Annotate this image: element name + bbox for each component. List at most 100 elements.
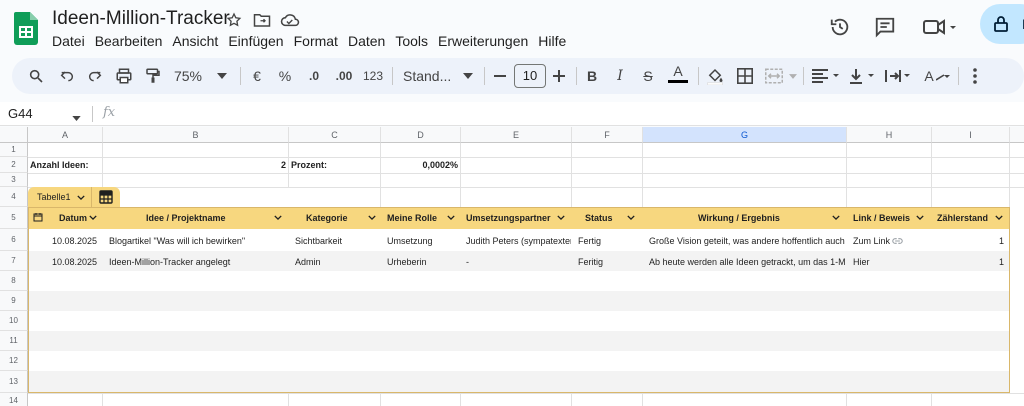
zoom-select[interactable]: 75% <box>170 58 206 94</box>
row-header-12[interactable]: 12 <box>0 351 28 371</box>
column-header-i[interactable]: I <box>932 127 1010 143</box>
search-menu-icon[interactable] <box>24 58 48 94</box>
select-all-corner[interactable] <box>0 127 28 143</box>
grid-line <box>846 143 847 207</box>
redo-icon[interactable] <box>83 58 107 94</box>
paint-format-icon[interactable] <box>141 58 165 94</box>
table-menu-chevron-icon[interactable] <box>77 195 85 200</box>
menu-erweiterungen[interactable]: Erweiterungen <box>438 32 538 50</box>
row-header-13[interactable]: 13 <box>0 371 28 393</box>
merge-cells-icon[interactable] <box>763 58 785 94</box>
star-icon[interactable] <box>224 10 244 30</box>
currency-format-button[interactable]: € <box>248 58 266 94</box>
font-family-select[interactable]: Stand... <box>403 58 455 94</box>
name-box-caret-icon[interactable] <box>72 108 81 126</box>
row-header-4[interactable]: 4 <box>0 187 28 207</box>
increase-decimal-button[interactable]: .00 <box>330 58 358 94</box>
row-header-9[interactable]: 9 <box>0 291 28 311</box>
strikethrough-button[interactable]: S <box>639 58 657 94</box>
text-wrapping-icon[interactable] <box>883 58 915 94</box>
undo-icon[interactable] <box>55 58 79 94</box>
column-header-g[interactable]: G <box>643 127 847 143</box>
count-value[interactable]: 2 <box>200 160 286 170</box>
text-color-button[interactable]: A <box>667 56 689 90</box>
table-view-icon[interactable] <box>99 190 113 204</box>
row-header-14[interactable]: 14 <box>0 393 28 406</box>
decrease-decimal-button[interactable]: .0 <box>302 58 326 94</box>
percent-format-button[interactable]: % <box>276 58 294 94</box>
share-button[interactable]: F <box>980 4 1024 44</box>
vertical-align-icon[interactable] <box>847 58 879 94</box>
count-label: Anzahl Ideen: <box>30 160 89 170</box>
formula-bar: G44 fx <box>0 102 1024 126</box>
move-folder-icon[interactable] <box>252 10 272 30</box>
menu-ansicht[interactable]: Ansicht <box>172 32 228 50</box>
percent-value[interactable]: 0,0002% <box>383 160 458 170</box>
row-header-2[interactable]: 2 <box>0 157 28 173</box>
bold-button[interactable]: B <box>583 58 601 94</box>
menu-format[interactable]: Format <box>294 32 348 50</box>
row-header-10[interactable]: 10 <box>0 311 28 331</box>
horizontal-align-icon[interactable] <box>810 58 844 94</box>
menu-einfuegen[interactable]: Einfügen <box>228 32 293 50</box>
menu-hilfe[interactable]: Hilfe <box>538 32 576 50</box>
toolbar-divider <box>803 67 804 85</box>
toolbar-divider <box>484 67 485 85</box>
text-color-swatch <box>668 80 688 83</box>
merge-caret-icon[interactable] <box>788 58 798 94</box>
menu-tools[interactable]: Tools <box>395 32 438 50</box>
row-header-6[interactable]: 6 <box>0 229 28 251</box>
table-frame <box>28 207 1010 393</box>
fill-color-icon[interactable] <box>704 58 726 94</box>
print-icon[interactable] <box>112 58 136 94</box>
version-history-icon[interactable] <box>827 14 853 40</box>
lock-icon <box>994 16 1008 32</box>
grid-line <box>571 143 572 207</box>
row-header-8[interactable]: 8 <box>0 271 28 291</box>
row-header-7[interactable]: 7 <box>0 251 28 271</box>
document-title[interactable]: Ideen-Million-Tracker <box>52 8 230 30</box>
meet-video-icon[interactable] <box>920 14 960 40</box>
borders-icon[interactable] <box>734 58 756 94</box>
grid-line <box>380 143 381 207</box>
text-rotation-button[interactable]: A <box>921 58 953 94</box>
zoom-caret-icon[interactable] <box>216 58 228 94</box>
formula-input[interactable] <box>128 106 1008 122</box>
column-header-h[interactable]: H <box>847 127 932 143</box>
spreadsheet-app: Ideen-Million-Tracker Datei Bearbeiten A… <box>0 0 1024 406</box>
column-header-c[interactable]: C <box>289 127 381 143</box>
column-header-extra[interactable] <box>1010 127 1024 143</box>
font-caret-icon[interactable] <box>462 58 474 94</box>
row-header-5[interactable]: 5 <box>0 207 28 229</box>
row-header-1[interactable]: 1 <box>0 143 28 157</box>
sheet-grid[interactable]: A B C D E F G H I 1 2 3 4 5 6 7 8 9 10 1… <box>0 127 1024 406</box>
more-options-icon[interactable] <box>966 58 984 94</box>
italic-button[interactable]: I <box>611 58 629 94</box>
cloud-saved-icon[interactable] <box>280 10 300 30</box>
increase-font-size-icon[interactable] <box>549 58 569 94</box>
row-header-3[interactable]: 3 <box>0 173 28 187</box>
font-size-input[interactable]: 10 <box>514 64 546 88</box>
column-header-f[interactable]: F <box>572 127 643 143</box>
decrease-font-size-icon[interactable] <box>490 58 510 94</box>
toolbar-divider <box>958 67 959 85</box>
column-header-d[interactable]: D <box>381 127 461 143</box>
menu-daten[interactable]: Daten <box>348 32 395 50</box>
title-bar: Ideen-Million-Tracker Datei Bearbeiten A… <box>0 0 1024 56</box>
menu-bearbeiten[interactable]: Bearbeiten <box>95 32 173 50</box>
grid-line <box>460 393 461 406</box>
column-header-b[interactable]: B <box>103 127 289 143</box>
grid-line <box>28 393 1024 394</box>
toolbar-divider <box>392 67 393 85</box>
table-name[interactable]: Tabelle1 <box>37 192 71 202</box>
column-header-a[interactable]: A <box>28 127 103 143</box>
grid-line <box>846 393 847 406</box>
column-header-e[interactable]: E <box>461 127 572 143</box>
grid-line <box>931 143 932 207</box>
menu-datei[interactable]: Datei <box>52 32 95 50</box>
name-box[interactable]: G44 <box>8 106 33 121</box>
sheets-logo-icon[interactable] <box>14 12 38 45</box>
comments-icon[interactable] <box>872 14 898 40</box>
row-header-11[interactable]: 11 <box>0 331 28 351</box>
number-format-button[interactable]: 123 <box>361 58 385 94</box>
